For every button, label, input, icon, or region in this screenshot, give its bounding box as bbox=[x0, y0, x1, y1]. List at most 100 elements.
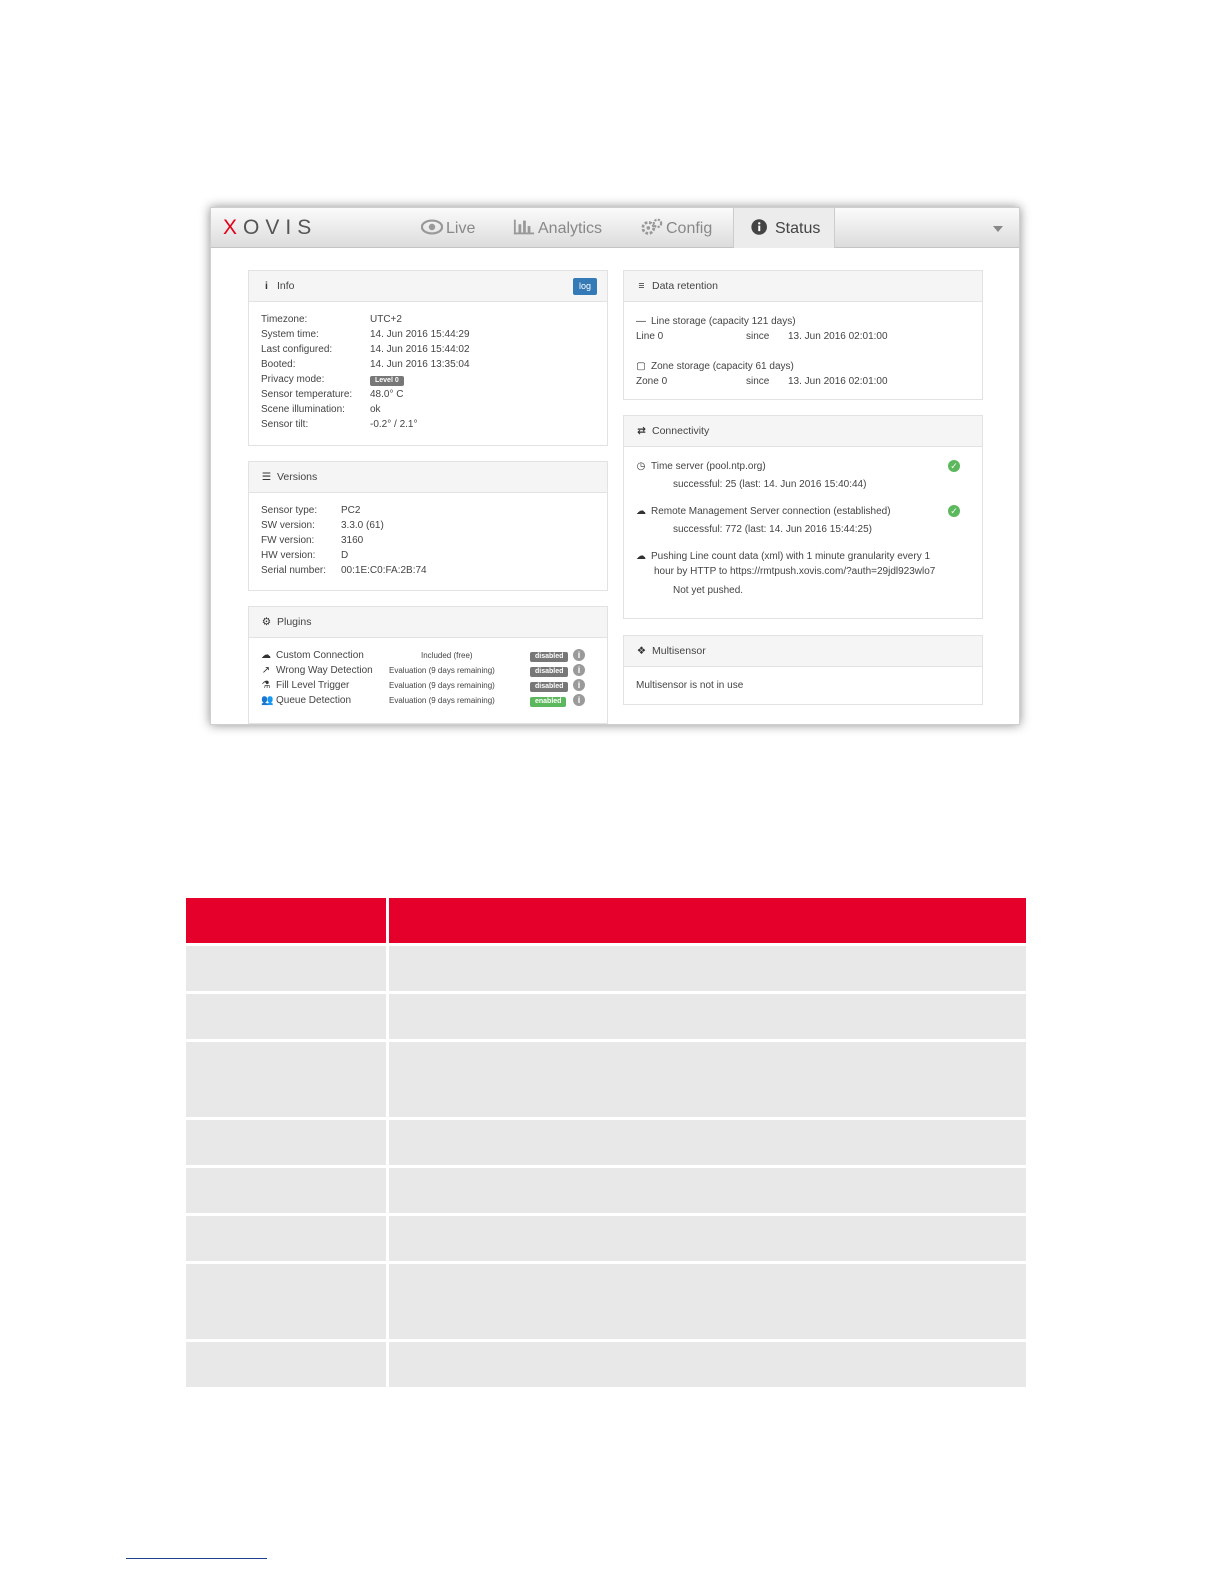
version-row-sw: SW version: 3.3.0 (61) bbox=[261, 518, 595, 533]
log-button[interactable]: log bbox=[572, 278, 597, 295]
table-cell bbox=[186, 1264, 386, 1339]
info-label: Privacy mode: bbox=[261, 374, 325, 385]
info-label: Last configured: bbox=[261, 344, 333, 355]
tab-analytics[interactable]: Analytics bbox=[513, 208, 602, 248]
table-row bbox=[186, 1216, 1026, 1261]
info-row-booted: Booted: 14. Jun 2016 13:35:04 bbox=[261, 357, 595, 372]
chevron-down-icon[interactable] bbox=[993, 226, 1003, 232]
zone-name: Zone 0 bbox=[636, 376, 668, 387]
version-label: SW version: bbox=[261, 520, 315, 531]
info-icon[interactable]: i bbox=[573, 694, 585, 706]
info-icon: i bbox=[265, 280, 268, 292]
table-cell bbox=[389, 1264, 1026, 1339]
gears-icon bbox=[641, 218, 663, 235]
table-cell bbox=[186, 1168, 386, 1213]
connectivity-panel: ⇄ Connectivity ◷ Time server (pool.ntp.org… bbox=[623, 415, 983, 619]
footnote-separator bbox=[126, 1558, 267, 1559]
plugin-name: Custom Connection bbox=[276, 650, 364, 661]
info-icon[interactable]: i bbox=[573, 649, 585, 661]
table-header-row bbox=[186, 898, 1026, 943]
minus-icon: — bbox=[636, 316, 646, 327]
info-value: ok bbox=[370, 404, 381, 415]
tab-status[interactable]: Status bbox=[733, 208, 835, 248]
plugin-state-badge[interactable]: enabled bbox=[530, 697, 567, 707]
table-header-cell bbox=[389, 898, 1026, 943]
versions-panel-title: Versions bbox=[277, 471, 318, 483]
push-label-line1: Pushing Line count data (xml) with 1 min… bbox=[651, 551, 931, 562]
version-value: PC2 bbox=[341, 505, 361, 516]
versions-panel-header: ☰ Versions bbox=[249, 462, 607, 493]
info-panel-body: Timezone: UTC+2 System time: 14. Jun 2016 … bbox=[249, 302, 607, 442]
database-icon: ≡ bbox=[638, 280, 645, 292]
xovis-logo[interactable]: XOVIS bbox=[223, 216, 317, 240]
arrows-icon: ↗ bbox=[261, 665, 271, 676]
data-retention-panel: ≡ Data retention — Line storage (capacity … bbox=[623, 270, 983, 400]
plugin-license: Evaluation (9 days remaining) bbox=[389, 666, 495, 675]
plugin-row: ⚗ Fill Level Trigger Evaluation (9 days r… bbox=[261, 678, 595, 693]
version-label: FW version: bbox=[261, 535, 315, 546]
versions-panel-body: Sensor type: PC2 SW version: 3.3.0 (61) FW… bbox=[249, 493, 607, 588]
cloud-icon: ☁ bbox=[261, 650, 271, 661]
data-retention-title: Data retention bbox=[652, 280, 718, 292]
info-label: Timezone: bbox=[261, 314, 308, 325]
info-value: 14. Jun 2016 15:44:02 bbox=[370, 344, 470, 355]
info-circle-icon bbox=[751, 219, 767, 235]
eye-icon bbox=[421, 219, 443, 235]
plugin-license: Included (free) bbox=[421, 651, 473, 660]
plugin-row: 👥 Queue Detection Evaluation (9 days rema… bbox=[261, 693, 595, 708]
tab-live[interactable]: Live bbox=[421, 208, 475, 248]
version-label: Sensor type: bbox=[261, 505, 318, 516]
plugin-state-badge[interactable]: disabled bbox=[530, 682, 569, 692]
table-cell bbox=[186, 1216, 386, 1261]
tab-config[interactable]: Config bbox=[641, 208, 712, 248]
tab-status-label: Status bbox=[775, 220, 821, 237]
plugins-panel: ⚙ Plugins ☁ Custom Connection Included (fr… bbox=[248, 606, 608, 724]
line-0-row: Line 0 since 13. Jun 2016 02:01:00 bbox=[636, 329, 970, 344]
plugin-state-badge[interactable]: disabled bbox=[530, 667, 569, 677]
table-row bbox=[186, 1264, 1026, 1339]
multisensor-title: Multisensor bbox=[652, 645, 706, 657]
plugin-state-badge[interactable]: disabled bbox=[530, 652, 569, 662]
bar-chart-icon bbox=[513, 219, 535, 235]
info-label: Sensor temperature: bbox=[261, 389, 353, 400]
info-value: 14. Jun 2016 13:35:04 bbox=[370, 359, 470, 370]
line-storage-label: Line storage (capacity 121 days) bbox=[651, 316, 796, 327]
info-icon[interactable]: i bbox=[573, 664, 585, 676]
multisensor-header: ❖ Multisensor bbox=[624, 636, 982, 667]
connectivity-body: ◷ Time server (pool.ntp.org) ✓ successful:… bbox=[624, 447, 982, 608]
plugins-panel-title: Plugins bbox=[277, 616, 312, 628]
line-since: 13. Jun 2016 02:01:00 bbox=[788, 331, 888, 342]
info-row-system-time: System time: 14. Jun 2016 15:44:29 bbox=[261, 327, 595, 342]
table-cell bbox=[389, 1168, 1026, 1213]
version-label: HW version: bbox=[261, 550, 316, 561]
line-name: Line 0 bbox=[636, 331, 664, 342]
versions-panel: ☰ Versions Sensor type: PC2 SW version: 3.3… bbox=[248, 461, 608, 591]
connectivity-title: Connectivity bbox=[652, 425, 710, 437]
info-label: System time: bbox=[261, 329, 319, 340]
info-panel-header: i Info log bbox=[249, 271, 607, 302]
data-retention-body: — Line storage (capacity 121 days) Line 0… bbox=[624, 302, 982, 399]
plugin-name: Fill Level Trigger bbox=[276, 680, 350, 691]
square-icon: ▢ bbox=[636, 361, 646, 372]
exchange-icon: ⇄ bbox=[637, 425, 646, 437]
version-row-sensor-type: Sensor type: PC2 bbox=[261, 503, 595, 518]
puzzle-icon: ⚙ bbox=[261, 616, 272, 628]
remote-management-label: Remote Management Server connection (est… bbox=[651, 506, 891, 517]
privacy-level-badge: Level 0 bbox=[370, 376, 404, 386]
table-cell bbox=[389, 946, 1026, 991]
table-cell bbox=[186, 1342, 386, 1387]
version-row-serial: Serial number: 00:1E:C0:FA:2B:74 bbox=[261, 563, 595, 578]
info-row-timezone: Timezone: UTC+2 bbox=[261, 312, 595, 327]
info-row-last-configured: Last configured: 14. Jun 2016 15:44:02 bbox=[261, 342, 595, 357]
info-label: Booted: bbox=[261, 359, 296, 370]
table-row bbox=[186, 994, 1026, 1039]
push-label-line2: hour by HTTP to https://rmtpush.xovis.co… bbox=[654, 566, 936, 577]
info-row-privacy-mode: Privacy mode: Level 0 bbox=[261, 372, 595, 387]
users-icon: 👥 bbox=[261, 695, 274, 706]
zone-storage-label: Zone storage (capacity 61 days) bbox=[651, 361, 794, 372]
multisensor-panel: ❖ Multisensor Multisensor is not in use bbox=[623, 635, 983, 705]
info-icon[interactable]: i bbox=[573, 679, 585, 691]
version-value: 00:1E:C0:FA:2B:74 bbox=[341, 565, 427, 576]
info-panel-title: Info bbox=[277, 280, 295, 292]
zone-since: 13. Jun 2016 02:01:00 bbox=[788, 376, 888, 387]
